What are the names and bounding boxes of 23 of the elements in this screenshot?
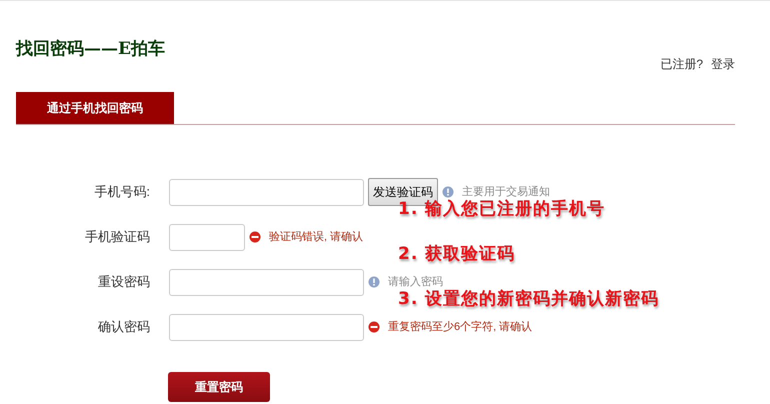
header-link[interactable]: 登录 [711,55,735,73]
info-icon [368,276,380,288]
info-icon [442,186,454,198]
header-link[interactable]: 已注册? [660,55,703,73]
tab[interactable]: 通过手机找回密码 [16,92,174,124]
hint-text: 主要用于交易通知 [462,184,550,199]
annotation-text: 2. 获取验证码 [398,243,516,266]
annotation-text: 3. 设置您的新密码并确认新密码 [398,288,660,311]
error-icon [368,321,380,333]
hint-text: 请输入密码 [388,274,443,290]
reset-password-button[interactable]: 重置密码 [168,372,270,402]
hint-text: 验证码错误, 请确认 [269,230,364,245]
input-field[interactable] [169,178,364,206]
field-label: 手机号码: [93,183,150,202]
error-icon [249,231,261,243]
page-title: 找回密码——E拍车 [16,38,165,61]
hint-text: 重复密码至少6个字符, 请确认 [388,320,532,335]
field-label: 确认密码 [97,318,150,336]
field-label: 手机验证码 [84,228,150,246]
input-field[interactable] [169,224,245,250]
field-label: 重设密码 [97,273,150,292]
input-field[interactable] [169,314,364,340]
input-field[interactable] [169,268,364,296]
